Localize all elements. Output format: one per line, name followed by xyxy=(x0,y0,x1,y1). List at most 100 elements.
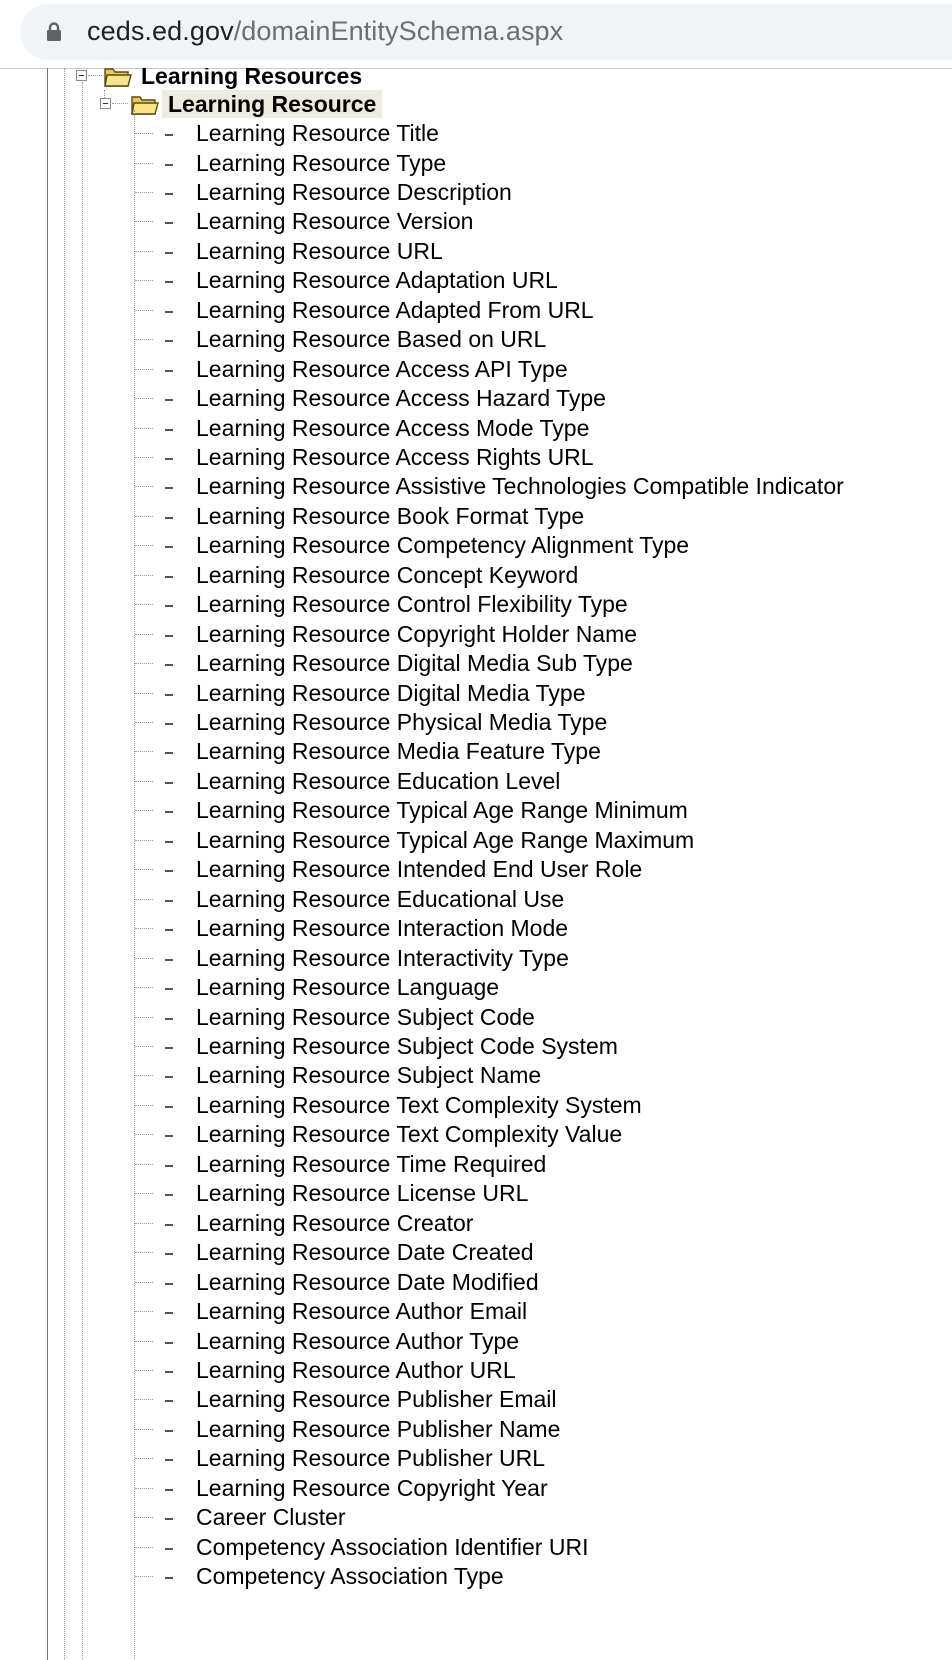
tree-leaf-label[interactable]: Learning Resource Time Required xyxy=(196,1150,546,1179)
lock-icon[interactable] xyxy=(46,22,62,42)
tree-leaf-label[interactable]: Learning Resource Description xyxy=(196,178,512,207)
tree-leaf-item[interactable]: Learning Resource Digital Media Sub Type xyxy=(0,649,952,678)
tree-leaf-label[interactable]: Learning Resource Interactivity Type xyxy=(196,944,569,973)
tree-leaf-item[interactable]: Career Cluster xyxy=(0,1503,952,1532)
tree-leaf-label[interactable]: Learning Resource URL xyxy=(196,237,443,266)
tree-leaf-item[interactable]: Learning Resource Date Created xyxy=(0,1238,952,1267)
tree-leaf-label[interactable]: Learning Resource Language xyxy=(196,973,499,1002)
tree-leaf-label[interactable]: Learning Resource Publisher Email xyxy=(196,1385,557,1414)
tree-leaf-label[interactable]: Learning Resource Educational Use xyxy=(196,885,564,914)
tree-leaf-item[interactable]: Learning Resource Media Feature Type xyxy=(0,737,952,766)
tree-leaf-label[interactable]: Learning Resource Subject Code System xyxy=(196,1032,618,1061)
tree-leaf-label[interactable]: Learning Resource Competency Alignment T… xyxy=(196,531,689,560)
tree-leaf-item[interactable]: Learning Resource Book Format Type xyxy=(0,502,952,531)
tree-leaf-label[interactable]: Competency Association Type xyxy=(196,1562,504,1591)
tree-leaf-item[interactable]: Learning Resource Intended End User Role xyxy=(0,855,952,884)
tree-leaf-item[interactable]: Learning Resource Text Complexity Value xyxy=(0,1120,952,1149)
tree-leaf-item[interactable]: Learning Resource Access Rights URL xyxy=(0,443,952,472)
tree-leaf-item[interactable]: Learning Resource Title xyxy=(0,119,952,148)
tree-leaf-item[interactable]: Learning Resource Assistive Technologies… xyxy=(0,472,952,501)
tree-leaf-label[interactable]: Learning Resource Typical Age Range Mini… xyxy=(196,796,688,825)
tree-leaf-item[interactable]: Learning Resource Creator xyxy=(0,1209,952,1238)
tree-leaf-item[interactable]: Learning Resource Access API Type xyxy=(0,355,952,384)
tree-leaf-label[interactable]: Learning Resource Subject Name xyxy=(196,1061,541,1090)
tree-leaf-label[interactable]: Learning Resource Publisher Name xyxy=(196,1415,560,1444)
tree-leaf-item[interactable]: Learning Resource Copyright Year xyxy=(0,1474,952,1503)
tree-leaf-label[interactable]: Learning Resource Access Mode Type xyxy=(196,414,589,443)
tree-leaf-label[interactable]: Learning Resource Access Rights URL xyxy=(196,443,594,472)
tree-leaf-item[interactable]: Learning Resource Author URL xyxy=(0,1356,952,1385)
tree-leaf-item[interactable]: Learning Resource Language xyxy=(0,973,952,1002)
tree-leaf-item[interactable]: Learning Resource Subject Code xyxy=(0,1003,952,1032)
tree-leaf-label[interactable]: Learning Resource Author Email xyxy=(196,1297,527,1326)
tree-leaf-label[interactable]: Learning Resource Concept Keyword xyxy=(196,561,578,590)
tree-leaf-item[interactable]: Learning Resource Adaptation URL xyxy=(0,266,952,295)
tree-leaf-item[interactable]: Learning Resource Author Email xyxy=(0,1297,952,1326)
tree-leaf-label[interactable]: Learning Resource Education Level xyxy=(196,767,560,796)
tree-leaf-item[interactable]: Learning Resource Type xyxy=(0,149,952,178)
tree-leaf-item[interactable]: Learning Resource Concept Keyword xyxy=(0,561,952,590)
tree-leaf-label[interactable]: Learning Resource Author Type xyxy=(196,1327,519,1356)
tree-node-learning-resources[interactable]: Learning Resources xyxy=(141,68,362,90)
tree-leaf-label[interactable]: Learning Resource Date Created xyxy=(196,1238,534,1267)
tree-leaf-label[interactable]: Learning Resource Interaction Mode xyxy=(196,914,568,943)
folder-open-icon[interactable] xyxy=(131,94,159,116)
tree-leaf-item[interactable]: Learning Resource Typical Age Range Maxi… xyxy=(0,826,952,855)
tree-leaf-label[interactable]: Learning Resource Publisher URL xyxy=(196,1444,545,1473)
tree-leaf-item[interactable]: Learning Resource Time Required xyxy=(0,1150,952,1179)
tree-leaf-item[interactable]: Learning Resource Subject Code System xyxy=(0,1032,952,1061)
tree-leaf-label[interactable]: Learning Resource Copyright Year xyxy=(196,1474,548,1503)
tree-leaf-label[interactable]: Learning Resource Media Feature Type xyxy=(196,737,601,766)
tree-leaf-item[interactable]: Learning Resource Based on URL xyxy=(0,325,952,354)
tree-leaf-item[interactable]: Learning Resource Copyright Holder Name xyxy=(0,620,952,649)
tree-leaf-label[interactable]: Learning Resource Control Flexibility Ty… xyxy=(196,590,628,619)
tree-leaf-item[interactable]: Learning Resource Text Complexity System xyxy=(0,1091,952,1120)
tree-leaf-label[interactable]: Learning Resource Assistive Technologies… xyxy=(196,472,844,501)
url-text[interactable]: ceds.ed.gov/domainEntitySchema.aspx xyxy=(87,14,563,48)
tree-leaf-item[interactable]: Learning Resource Access Hazard Type xyxy=(0,384,952,413)
tree-leaf-item[interactable]: Learning Resource Adapted From URL xyxy=(0,296,952,325)
tree-leaf-item[interactable]: Learning Resource Access Mode Type xyxy=(0,414,952,443)
tree-leaf-label[interactable]: Learning Resource Typical Age Range Maxi… xyxy=(196,826,694,855)
tree-leaf-label[interactable]: Learning Resource Digital Media Sub Type xyxy=(196,649,633,678)
tree-leaf-item[interactable]: Learning Resource Publisher Email xyxy=(0,1385,952,1414)
tree-leaf-label[interactable]: Learning Resource Creator xyxy=(196,1209,473,1238)
tree-leaf-item[interactable]: Learning Resource Interactivity Type xyxy=(0,944,952,973)
tree-leaf-item[interactable]: Learning Resource Version xyxy=(0,207,952,236)
tree-leaf-label[interactable]: Learning Resource Adapted From URL xyxy=(196,296,594,325)
tree-leaf-item[interactable]: Learning Resource Interaction Mode xyxy=(0,914,952,943)
tree-leaf-item[interactable]: Learning Resource URL xyxy=(0,237,952,266)
tree-leaf-item[interactable]: Learning Resource License URL xyxy=(0,1179,952,1208)
tree-leaf-item[interactable]: Learning Resource Physical Media Type xyxy=(0,708,952,737)
tree-leaf-label[interactable]: Learning Resource Book Format Type xyxy=(196,502,584,531)
tree-leaf-label[interactable]: Career Cluster xyxy=(196,1503,346,1532)
tree-leaf-item[interactable]: Learning Resource Subject Name xyxy=(0,1061,952,1090)
tree-leaf-item[interactable]: Learning Resource Control Flexibility Ty… xyxy=(0,590,952,619)
tree-leaf-item[interactable]: Learning Resource Publisher URL xyxy=(0,1444,952,1473)
tree-leaf-label[interactable]: Learning Resource Copyright Holder Name xyxy=(196,620,637,649)
tree-leaf-label[interactable]: Learning Resource Digital Media Type xyxy=(196,679,586,708)
tree-leaf-label[interactable]: Learning Resource Version xyxy=(196,207,473,236)
tree-leaf-label[interactable]: Learning Resource Based on URL xyxy=(196,325,546,354)
tree-leaf-label[interactable]: Competency Association Identifier URI xyxy=(196,1533,588,1562)
tree-leaf-label[interactable]: Learning Resource Title xyxy=(196,119,439,148)
tree-leaf-label[interactable]: Learning Resource Adaptation URL xyxy=(196,266,558,295)
tree-leaf-label[interactable]: Learning Resource Text Complexity Value xyxy=(196,1120,622,1149)
tree-leaf-label[interactable]: Learning Resource Date Modified xyxy=(196,1268,539,1297)
tree-leaf-item[interactable]: Learning Resource Description xyxy=(0,178,952,207)
tree-leaf-item[interactable]: Learning Resource Author Type xyxy=(0,1327,952,1356)
tree-leaf-label[interactable]: Learning Resource Author URL xyxy=(196,1356,516,1385)
tree-leaf-item[interactable]: Competency Association Identifier URI xyxy=(0,1533,952,1562)
tree-leaf-label[interactable]: Learning Resource Type xyxy=(196,149,446,178)
tree-leaf-label[interactable]: Learning Resource Access API Type xyxy=(196,355,568,384)
tree-leaf-item[interactable]: Learning Resource Education Level xyxy=(0,767,952,796)
tree-leaf-item[interactable]: Learning Resource Typical Age Range Mini… xyxy=(0,796,952,825)
folder-open-icon[interactable] xyxy=(104,68,132,88)
tree-leaf-label[interactable]: Learning Resource Physical Media Type xyxy=(196,708,607,737)
tree-leaf-label[interactable]: Learning Resource Subject Code xyxy=(196,1003,535,1032)
tree-leaf-label[interactable]: Learning Resource Access Hazard Type xyxy=(196,384,606,413)
tree-leaf-label[interactable]: Learning Resource Intended End User Role xyxy=(196,855,642,884)
tree-node-learning-resource[interactable]: Learning Resource xyxy=(162,90,383,118)
tree-leaf-label[interactable]: Learning Resource License URL xyxy=(196,1179,528,1208)
collapse-toggle-learning-resources[interactable] xyxy=(76,70,87,81)
